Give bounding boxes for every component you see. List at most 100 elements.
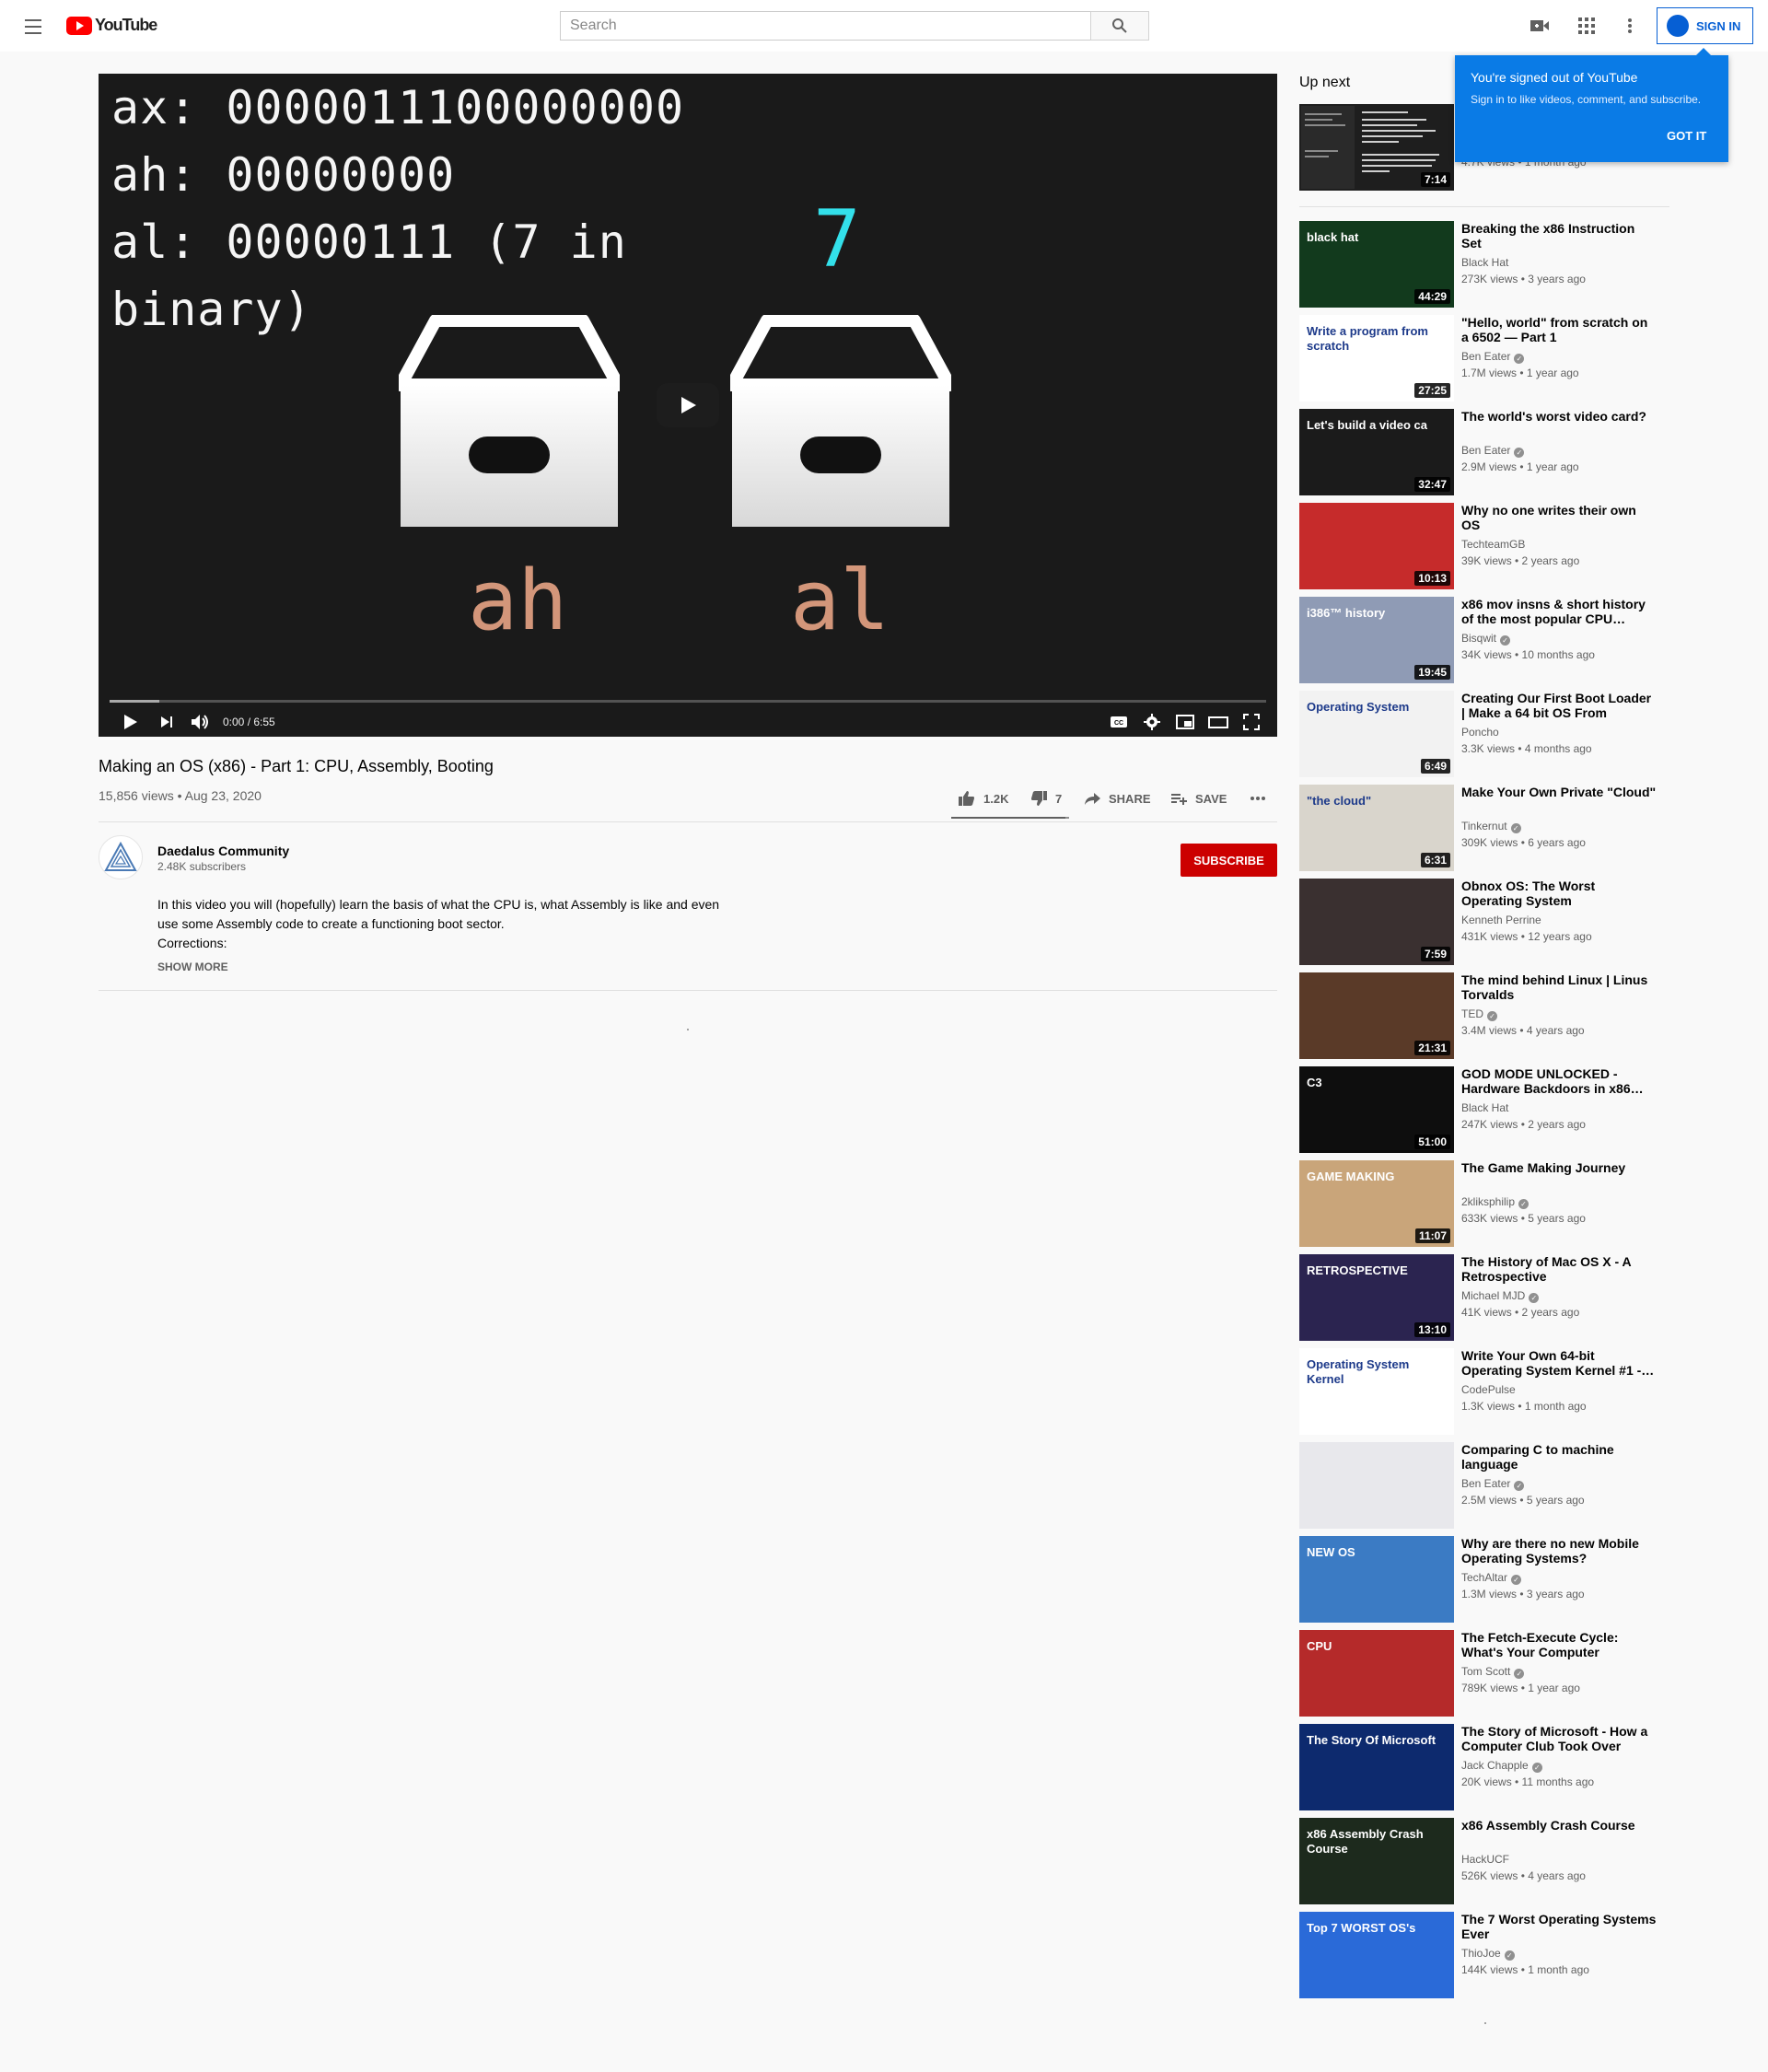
save-button[interactable]: SAVE xyxy=(1169,789,1227,808)
channel-name[interactable]: TechteamGB xyxy=(1461,538,1525,551)
channel-name[interactable]: Daedalus Community xyxy=(157,844,289,858)
video-thumbnail[interactable]: Operating System 6:49 xyxy=(1299,691,1454,777)
channel-name[interactable]: Tinkernut ✓ xyxy=(1461,820,1521,833)
recommended-video[interactable]: RETROSPECTIVE 13:10 The History of Mac OS … xyxy=(1299,1254,1668,1341)
recommended-video[interactable]: black hat 44:29 Breaking the x86 Instructi… xyxy=(1299,221,1668,308)
video-title[interactable]: Why are there no new Mobile Operating Sy… xyxy=(1461,1536,1657,1566)
recommended-video[interactable]: C3 51:00 GOD MODE UNLOCKED - Hardware Back… xyxy=(1299,1066,1668,1153)
miniplayer-icon[interactable] xyxy=(1174,711,1196,733)
video-thumbnail[interactable]: 21:31 xyxy=(1299,972,1454,1059)
recommended-video[interactable]: GAME MAKING 11:07 The Game Making Journey 2… xyxy=(1299,1160,1668,1247)
video-title[interactable]: "Hello, world" from scratch on a 6502 — … xyxy=(1461,315,1657,344)
recommended-video[interactable]: Write a program from scratch 27:25 "Hello,… xyxy=(1299,315,1668,402)
channel-name[interactable]: Jack Chapple ✓ xyxy=(1461,1759,1542,1773)
channel-name[interactable]: Ben Eater ✓ xyxy=(1461,1477,1525,1491)
progress-bar[interactable] xyxy=(110,700,1266,703)
video-thumbnail[interactable]: 7:59 xyxy=(1299,879,1454,965)
video-title[interactable]: The 7 Worst Operating Systems Ever xyxy=(1461,1912,1657,1941)
recommended-video[interactable]: Operating System 6:49 Creating Our First B… xyxy=(1299,691,1668,777)
video-title[interactable]: The world's worst video card? xyxy=(1461,409,1657,424)
channel-name[interactable]: ThioJoe ✓ xyxy=(1461,1947,1515,1961)
play-icon[interactable] xyxy=(119,711,141,733)
recommended-video[interactable]: The Story Of Microsoft The Story of Micro… xyxy=(1299,1724,1668,1810)
channel-name[interactable]: Bisqwit ✓ xyxy=(1461,632,1511,646)
video-thumbnail[interactable]: The Story Of Microsoft xyxy=(1299,1724,1454,1810)
show-more-button[interactable]: SHOW MORE xyxy=(157,960,228,973)
settings-more-icon[interactable] xyxy=(1619,15,1641,37)
video-title[interactable]: x86 mov insns & short history of the mos… xyxy=(1461,597,1657,626)
channel-name[interactable]: TechAltar ✓ xyxy=(1461,1571,1522,1585)
more-actions-button[interactable] xyxy=(1249,789,1267,808)
video-title[interactable]: The Story of Microsoft - How a Computer … xyxy=(1461,1724,1657,1753)
apps-icon[interactable] xyxy=(1576,15,1598,37)
recommended-video[interactable]: x86 Assembly Crash Course x86 Assembly Cr… xyxy=(1299,1818,1668,1904)
video-thumbnail[interactable]: 10:13 xyxy=(1299,503,1454,589)
menu-icon[interactable] xyxy=(22,15,44,37)
video-thumbnail[interactable]: "the cloud" 6:31 xyxy=(1299,785,1454,871)
video-title[interactable]: Comparing C to machine language xyxy=(1461,1442,1657,1472)
video-thumbnail[interactable]: 7:14 xyxy=(1299,104,1454,191)
channel-name[interactable]: Ben Eater ✓ xyxy=(1461,444,1525,458)
video-player[interactable]: ax: 0000011100000000 ah: 00000000 al: 00… xyxy=(99,74,1277,737)
recommended-video[interactable]: Operating System Kernel Write Your Own 64… xyxy=(1299,1348,1668,1435)
video-thumbnail[interactable]: Write a program from scratch 27:25 xyxy=(1299,315,1454,402)
youtube-logo[interactable]: YouTube xyxy=(66,16,157,35)
video-title[interactable]: The mind behind Linux | Linus Torvalds xyxy=(1461,972,1657,1002)
video-thumbnail[interactable]: RETROSPECTIVE 13:10 xyxy=(1299,1254,1454,1341)
channel-name[interactable]: Ben Eater ✓ xyxy=(1461,350,1525,364)
next-icon[interactable] xyxy=(156,711,178,733)
settings-gear-icon[interactable] xyxy=(1141,711,1163,733)
channel-name[interactable]: 2kliksphilip ✓ xyxy=(1461,1195,1530,1209)
recommended-video[interactable]: i386™ history 19:45 x86 mov insns & short … xyxy=(1299,597,1668,683)
video-title[interactable]: GOD MODE UNLOCKED - Hardware Backdoors i… xyxy=(1461,1066,1657,1096)
video-title[interactable]: x86 Assembly Crash Course xyxy=(1461,1818,1657,1833)
recommended-video[interactable]: 10:13 Why no one writes their own OS Techt… xyxy=(1299,503,1668,589)
video-thumbnail[interactable]: Let's build a video ca 32:47 xyxy=(1299,409,1454,495)
video-title[interactable]: Why no one writes their own OS xyxy=(1461,503,1657,532)
channel-name[interactable]: Poncho xyxy=(1461,726,1499,739)
search-input[interactable] xyxy=(560,11,1090,41)
captions-icon[interactable]: CC xyxy=(1108,711,1130,733)
like-button[interactable]: 1.2K xyxy=(958,789,1008,808)
recommended-video[interactable]: 21:31 The mind behind Linux | Linus Torva… xyxy=(1299,972,1668,1059)
video-thumbnail[interactable]: black hat 44:29 xyxy=(1299,221,1454,308)
search-button[interactable] xyxy=(1090,11,1149,41)
video-thumbnail[interactable]: Top 7 WORST OS's xyxy=(1299,1912,1454,1998)
video-title[interactable]: Breaking the x86 Instruction Set xyxy=(1461,221,1657,250)
channel-avatar[interactable] xyxy=(99,835,143,879)
dislike-button[interactable]: 7 xyxy=(1029,789,1062,808)
channel-name[interactable]: HackUCF xyxy=(1461,1853,1509,1866)
got-it-button[interactable]: GOT IT xyxy=(1667,129,1706,143)
video-thumbnail[interactable] xyxy=(1299,1442,1454,1529)
recommended-video[interactable]: CPU The Fetch-Execute Cycle: What's Your … xyxy=(1299,1630,1668,1717)
video-title[interactable]: Write Your Own 64-bit Operating System K… xyxy=(1461,1348,1657,1378)
large-play-button[interactable] xyxy=(657,383,719,427)
fullscreen-icon[interactable] xyxy=(1240,711,1262,733)
video-title[interactable]: The Game Making Journey xyxy=(1461,1160,1657,1175)
video-title[interactable]: The Fetch-Execute Cycle: What's Your Com… xyxy=(1461,1630,1657,1659)
recommended-video[interactable]: Comparing C to machine language Ben Eater… xyxy=(1299,1442,1668,1529)
channel-name[interactable]: Black Hat xyxy=(1461,256,1508,269)
channel-name[interactable]: Tom Scott ✓ xyxy=(1461,1665,1525,1679)
video-thumbnail[interactable]: Operating System Kernel xyxy=(1299,1348,1454,1435)
video-thumbnail[interactable]: GAME MAKING 11:07 xyxy=(1299,1160,1454,1247)
recommended-video[interactable]: NEW OS Why are there no new Mobile Operat… xyxy=(1299,1536,1668,1623)
video-thumbnail[interactable]: NEW OS xyxy=(1299,1536,1454,1623)
sign-in-button[interactable]: SIGN IN xyxy=(1657,7,1753,44)
video-title[interactable]: The History of Mac OS X - A Retrospectiv… xyxy=(1461,1254,1657,1284)
video-thumbnail[interactable]: CPU xyxy=(1299,1630,1454,1717)
recommended-video[interactable]: "the cloud" 6:31 Make Your Own Private "Cl… xyxy=(1299,785,1668,871)
share-button[interactable]: SHARE xyxy=(1083,789,1151,808)
video-thumbnail[interactable]: x86 Assembly Crash Course xyxy=(1299,1818,1454,1904)
video-thumbnail[interactable]: C3 51:00 xyxy=(1299,1066,1454,1153)
theater-mode-icon[interactable] xyxy=(1207,711,1229,733)
subscribe-button[interactable]: SUBSCRIBE xyxy=(1181,844,1277,877)
channel-name[interactable]: Kenneth Perrine xyxy=(1461,914,1541,926)
video-title[interactable]: Obnox OS: The Worst Operating System xyxy=(1461,879,1657,908)
video-thumbnail[interactable]: i386™ history 19:45 xyxy=(1299,597,1454,683)
recommended-video[interactable]: 7:59 Obnox OS: The Worst Operating System… xyxy=(1299,879,1668,965)
channel-name[interactable]: Michael MJD ✓ xyxy=(1461,1289,1540,1303)
volume-icon[interactable] xyxy=(189,711,211,733)
recommended-video[interactable]: Let's build a video ca 32:47 The world's w… xyxy=(1299,409,1668,495)
recommended-video[interactable]: Top 7 WORST OS's The 7 Worst Operating Sy… xyxy=(1299,1912,1668,1998)
